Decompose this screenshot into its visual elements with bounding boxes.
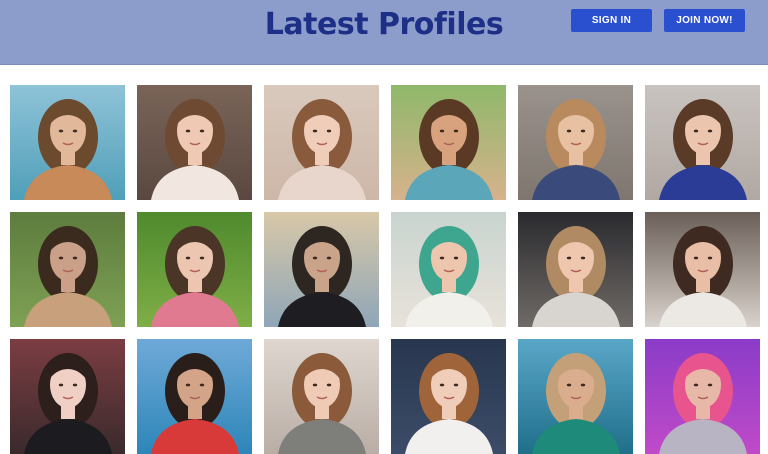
- profile-photo-image: [10, 85, 125, 200]
- profile-photo-1[interactable]: [10, 85, 125, 200]
- profile-photo-image: [10, 339, 125, 454]
- profile-photo-image: [391, 339, 506, 454]
- page-title: Latest Profiles: [264, 7, 504, 42]
- profile-photo-image: [391, 212, 506, 327]
- profile-photo-3[interactable]: [264, 85, 379, 200]
- profile-photo-image: [645, 85, 760, 200]
- profile-photo-image: [10, 212, 125, 327]
- profile-photo-17[interactable]: [518, 339, 633, 454]
- profile-photo-8[interactable]: [137, 212, 252, 327]
- profile-photo-2[interactable]: [137, 85, 252, 200]
- profile-photo-5[interactable]: [518, 85, 633, 200]
- profile-photo-9[interactable]: [264, 212, 379, 327]
- profile-photo-image: [645, 339, 760, 454]
- join-now-button[interactable]: JOIN NOW!: [664, 9, 745, 32]
- profile-photo-11[interactable]: [518, 212, 633, 327]
- profile-photo-18[interactable]: [645, 339, 760, 454]
- profile-photo-image: [518, 212, 633, 327]
- sign-in-button[interactable]: SIGN IN: [571, 9, 652, 32]
- profile-photo-7[interactable]: [10, 212, 125, 327]
- profile-photo-image: [518, 339, 633, 454]
- profile-photo-15[interactable]: [264, 339, 379, 454]
- profile-photo-image: [137, 212, 252, 327]
- profile-photo-image: [645, 212, 760, 327]
- profile-photo-image: [264, 212, 379, 327]
- site-header: Latest Profiles SIGN IN JOIN NOW!: [0, 0, 768, 65]
- profile-photo-image: [264, 85, 379, 200]
- profile-photo-image: [137, 339, 252, 454]
- profile-photo-image: [137, 85, 252, 200]
- profile-photo-4[interactable]: [391, 85, 506, 200]
- profile-grid: [0, 65, 768, 454]
- profile-photo-image: [518, 85, 633, 200]
- profile-photo-14[interactable]: [137, 339, 252, 454]
- profile-photo-image: [264, 339, 379, 454]
- profile-photo-12[interactable]: [645, 212, 760, 327]
- profile-photo-6[interactable]: [645, 85, 760, 200]
- profile-photo-10[interactable]: [391, 212, 506, 327]
- profile-photo-13[interactable]: [10, 339, 125, 454]
- profile-photo-16[interactable]: [391, 339, 506, 454]
- profile-photo-image: [391, 85, 506, 200]
